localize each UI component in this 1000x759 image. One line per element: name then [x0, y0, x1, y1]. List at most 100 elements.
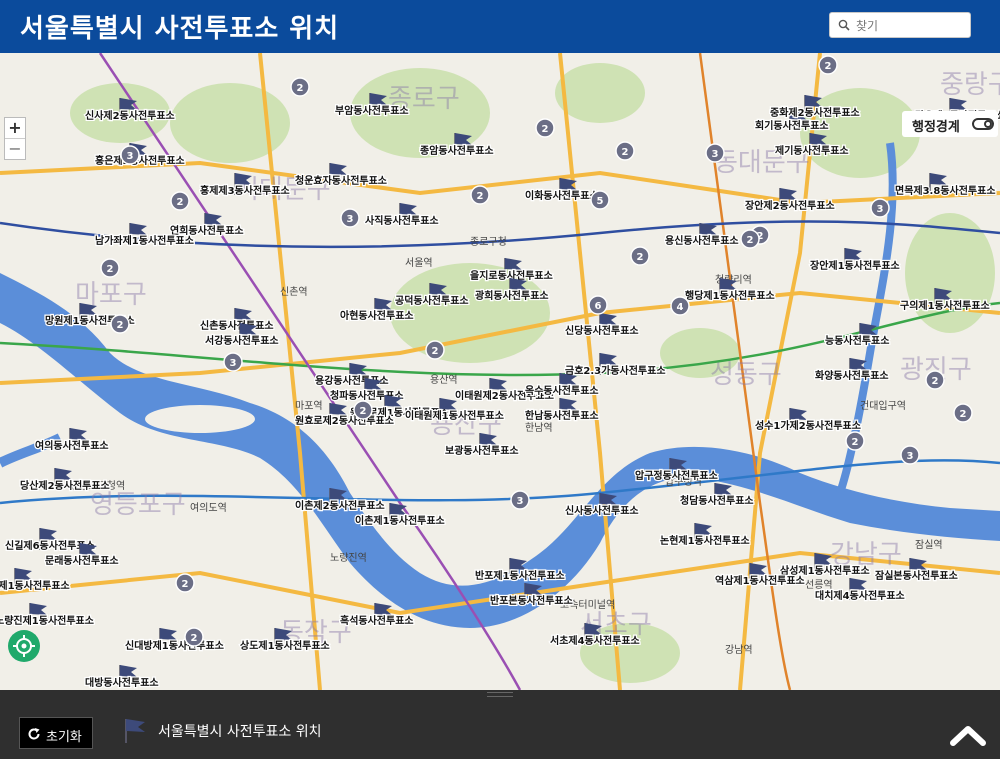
cluster-count: 4 — [677, 302, 684, 313]
zoom-out-button[interactable]: − — [5, 138, 25, 159]
polling-place-label: 청운효자동사전투표소 — [295, 174, 387, 187]
polling-place-label: 문래동사전투표소 — [45, 554, 119, 567]
polling-place-label: 홍은제2동사전투표소 — [95, 154, 185, 167]
cluster-count: 2 — [637, 252, 644, 263]
cluster-count: 2 — [747, 235, 754, 246]
cluster-marker[interactable]: 2 — [425, 340, 445, 360]
polling-place-label: 압구정동사전투표소 — [635, 469, 718, 482]
place-label: 용산역 — [430, 374, 458, 386]
cluster-count: 2 — [107, 264, 114, 275]
toggle-switch[interactable] — [972, 118, 994, 130]
cluster-marker[interactable]: 2 — [100, 258, 120, 278]
cluster-marker[interactable]: 3 — [340, 208, 360, 228]
my-location-button[interactable] — [8, 630, 40, 662]
place-label: 마포역 — [295, 400, 323, 412]
reset-button[interactable]: 초기화 — [19, 717, 93, 749]
cluster-count: 2 — [117, 320, 124, 331]
cluster-marker[interactable]: 2 — [170, 191, 190, 211]
cluster-count: 3 — [877, 204, 884, 215]
polling-place-label: 신촌동사전투표소 — [200, 319, 274, 332]
cluster-count: 2 — [477, 191, 484, 202]
cluster-count: 2 — [182, 579, 189, 590]
polling-place-label: 금호2.3가동사전투표소 — [565, 364, 666, 377]
legend-label: 서울특별시 사전투표소 위치 — [158, 724, 322, 740]
polling-place-label: 공덕동사전투표소 — [395, 294, 469, 307]
cluster-marker[interactable]: 2 — [353, 400, 373, 420]
cluster-marker[interactable]: 2 — [740, 229, 760, 249]
cluster-marker[interactable]: 3 — [900, 445, 920, 465]
cluster-marker[interactable]: 2 — [175, 573, 195, 593]
cluster-marker[interactable]: 3 — [870, 198, 890, 218]
polling-place-label: 회기동사전투표소 — [755, 119, 829, 132]
cluster-marker[interactable]: 2 — [845, 431, 865, 451]
polling-place-label: 제기동사전투표소 — [775, 144, 849, 157]
cluster-count: 2 — [360, 406, 367, 417]
admin-boundary-toggle[interactable]: 행정경계 — [902, 111, 998, 137]
cluster-count: 5 — [597, 196, 604, 207]
map-canvas[interactable]: 종로구 동대문구 서대문구 마포구 성동구 광진구 영등포구 강남구 서초구 동… — [0, 53, 1000, 690]
cluster-marker[interactable]: 2 — [925, 370, 945, 390]
flag-icon — [125, 719, 145, 743]
refresh-icon — [28, 728, 40, 740]
polling-place-label: 잠실본동사전투표소 — [875, 569, 958, 582]
polling-place-label: 서강동사전투표소 — [205, 334, 279, 347]
polling-place-label: 보광동사전투표소 — [445, 444, 519, 457]
polling-place-label: 능동사전투표소 — [825, 334, 889, 347]
cluster-count: 2 — [177, 197, 184, 208]
cluster-count: 2 — [432, 346, 439, 357]
polling-place-label: 이촌제1동사전투표소 — [355, 514, 445, 527]
cluster-marker[interactable]: 2 — [184, 627, 204, 647]
cluster-marker[interactable]: 6 — [588, 295, 608, 315]
cluster-marker[interactable]: 2 — [615, 141, 635, 161]
cluster-marker[interactable]: 2 — [818, 55, 838, 75]
cluster-count: 2 — [622, 147, 629, 158]
search-box[interactable] — [829, 12, 971, 38]
polling-place-label: 한남동사전투표소 — [525, 409, 599, 422]
polling-place-label: 신사동사전투표소 — [565, 504, 639, 517]
cluster-marker[interactable]: 5 — [590, 190, 610, 210]
polling-place-label: 역삼제1동사전투표소 — [715, 574, 805, 587]
polling-place-label: 용신동사전투표소 — [665, 234, 739, 247]
place-label: 노량진역 — [330, 552, 367, 564]
cluster-marker[interactable]: 2 — [290, 77, 310, 97]
expand-up-icon[interactable] — [950, 723, 986, 747]
panel-grip-handle[interactable] — [487, 692, 513, 697]
yeouido-island — [145, 405, 255, 433]
cluster-marker[interactable]: 2 — [630, 246, 650, 266]
polling-place-label: 서초제4동사전투표소 — [550, 634, 640, 647]
district-label: 영등포구 — [90, 490, 186, 520]
polling-place-label: 광희동사전투표소 — [475, 289, 549, 302]
search-input[interactable] — [854, 16, 968, 36]
polling-place-label: 대방동사전투표소 — [85, 676, 159, 689]
cluster-marker[interactable]: 3 — [120, 145, 140, 165]
place-label: 한남역 — [525, 422, 553, 434]
page-title: 서울특별시 사전투표소 위치 — [20, 14, 340, 44]
cluster-marker[interactable]: 2 — [535, 118, 555, 138]
place-label: 서울역 — [405, 257, 433, 269]
cluster-marker[interactable]: 2 — [470, 185, 490, 205]
district-label: 중랑구 — [940, 70, 1000, 100]
polling-place-label: 장안제1동사전투표소 — [810, 259, 900, 272]
cluster-marker[interactable]: 4 — [670, 296, 690, 316]
cluster-marker[interactable]: 3 — [705, 143, 725, 163]
polling-place-label: 사직동사전투표소 — [365, 214, 439, 227]
polling-place-label: 청담동사전투표소 — [680, 494, 754, 507]
cluster-count: 3 — [230, 358, 237, 369]
polling-place-label: 신대방제1동사전투표소 — [125, 639, 224, 652]
polling-place-label: 신당동사전투표소 — [565, 324, 639, 337]
map-view[interactable]: 종로구 동대문구 서대문구 마포구 성동구 광진구 영등포구 강남구 서초구 동… — [0, 53, 1000, 690]
cluster-marker[interactable]: 2 — [110, 314, 130, 334]
toggle-knob — [984, 120, 992, 128]
cluster-count: 2 — [852, 437, 859, 448]
cluster-count: 2 — [191, 633, 198, 644]
cluster-count: 3 — [907, 451, 914, 462]
polling-place-label: 논현제1동사전투표소 — [660, 534, 750, 547]
cluster-marker[interactable]: 3 — [223, 352, 243, 372]
zoom-in-button[interactable]: + — [5, 118, 25, 138]
polling-place-label: 대치제4동사전투표소 — [815, 589, 905, 602]
cluster-count: 3 — [517, 496, 524, 507]
footer-panel — [0, 690, 1000, 759]
cluster-marker[interactable]: 2 — [953, 403, 973, 423]
place-label: 종로구청 — [470, 236, 507, 248]
cluster-marker[interactable]: 3 — [510, 490, 530, 510]
